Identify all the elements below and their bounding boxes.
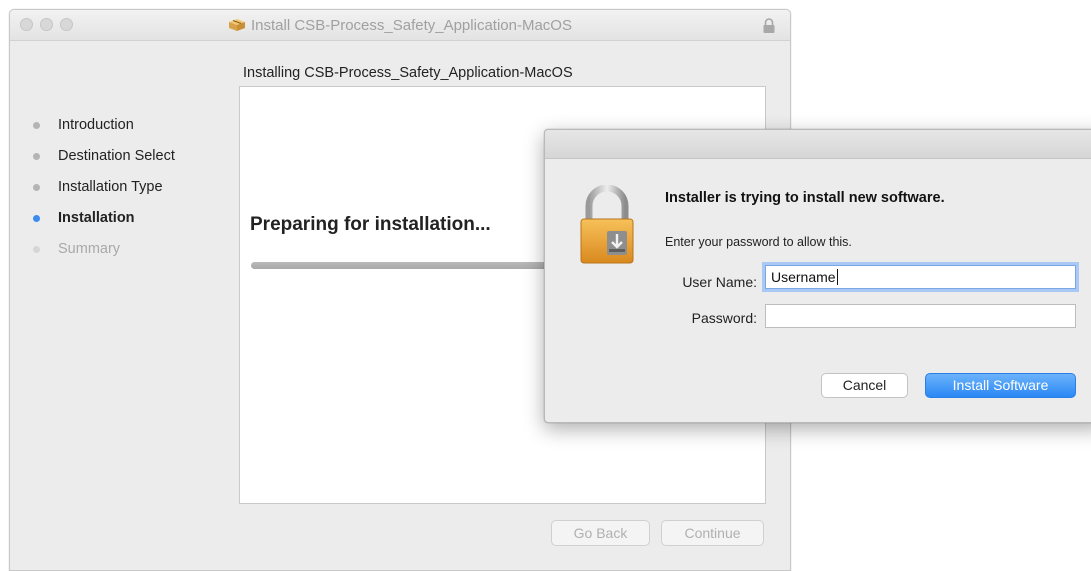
- username-label: User Name:: [682, 274, 757, 290]
- username-field[interactable]: Username: [765, 265, 1076, 289]
- dialog-heading: Installer is trying to install new softw…: [665, 190, 945, 206]
- dialog-title-bar: [545, 130, 1091, 159]
- window-title-group: Install CSB-Process_Safety_Application-M…: [10, 17, 790, 34]
- step-bullet-icon: [33, 215, 40, 222]
- package-icon: [229, 19, 245, 31]
- step-introduction: Introduction: [10, 117, 230, 148]
- step-bullet-icon: [33, 153, 40, 160]
- auth-dialog: Installer is trying to install new softw…: [544, 129, 1091, 423]
- title-bar[interactable]: Install CSB-Process_Safety_Application-M…: [10, 10, 790, 41]
- password-label: Password:: [691, 310, 757, 326]
- step-summary: Summary: [10, 241, 230, 272]
- padlock-icon: [580, 185, 634, 264]
- progress-bar: [251, 262, 551, 269]
- step-label: Summary: [58, 241, 121, 257]
- steps-sidebar: Introduction Destination Select Installa…: [10, 117, 230, 272]
- status-text: Preparing for installation...: [250, 214, 491, 235]
- lock-icon: [763, 18, 775, 33]
- step-bullet-icon: [33, 122, 40, 129]
- step-label: Installation: [58, 210, 135, 226]
- continue-button[interactable]: Continue: [661, 520, 764, 546]
- step-bullet-icon: [33, 184, 40, 191]
- dialog-message: Enter your password to allow this.: [665, 235, 852, 249]
- password-field[interactable]: [765, 304, 1076, 328]
- username-value: Username: [771, 269, 836, 285]
- step-label: Destination Select: [58, 148, 175, 164]
- go-back-button[interactable]: Go Back: [551, 520, 650, 546]
- text-caret: [836, 269, 838, 285]
- step-label: Introduction: [58, 117, 134, 133]
- step-installation-type: Installation Type: [10, 179, 230, 210]
- installer-subtitle: Installing CSB-Process_Safety_Applicatio…: [243, 65, 573, 81]
- step-installation: Installation: [10, 210, 230, 241]
- install-software-button[interactable]: Install Software: [925, 373, 1076, 398]
- cancel-button[interactable]: Cancel: [821, 373, 908, 398]
- window-title: Install CSB-Process_Safety_Application-M…: [251, 17, 572, 34]
- step-destination-select: Destination Select: [10, 148, 230, 179]
- step-label: Installation Type: [58, 179, 163, 195]
- step-bullet-icon: [33, 246, 40, 253]
